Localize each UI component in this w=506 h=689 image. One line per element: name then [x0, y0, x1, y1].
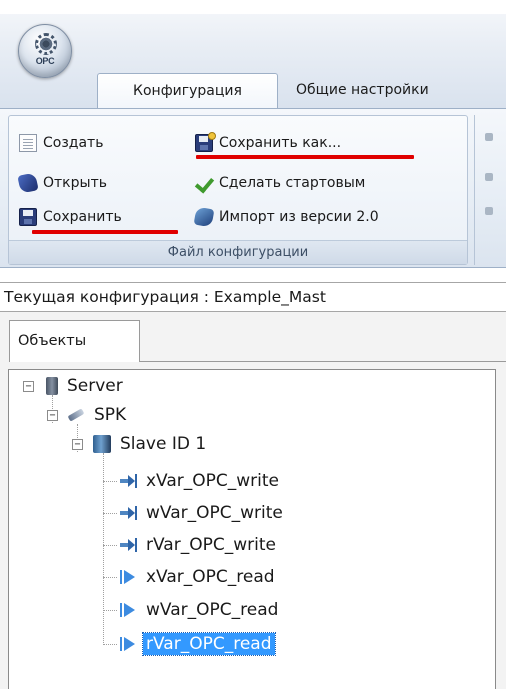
collapse-toggle-server[interactable]: −	[23, 381, 34, 392]
app-logo-text: OPC	[35, 56, 55, 66]
server-icon	[46, 377, 58, 395]
save-underline-annotation	[32, 230, 178, 234]
write-variable-icon	[119, 472, 137, 490]
write-variable-icon	[119, 504, 137, 522]
read-variable-icon	[119, 635, 137, 653]
collapse-toggle-slave[interactable]: −	[72, 439, 83, 450]
read-variable-icon	[119, 568, 137, 586]
checkmark-icon	[195, 174, 213, 192]
tab-objects[interactable]: Объекты	[9, 320, 140, 362]
tab-strip-border	[140, 361, 506, 362]
tree-node-variable[interactable]: xVar_OPC_write	[119, 467, 282, 495]
save-button[interactable]: Сохранить	[19, 202, 122, 232]
tree-connector	[103, 610, 117, 611]
save-button-label: Сохранить	[43, 209, 122, 225]
tree-connector	[103, 545, 117, 546]
partial-icon	[485, 207, 493, 215]
tree-node-variable[interactable]: wVar_OPC_write	[119, 499, 286, 527]
tree-node-variable[interactable]: wVar_OPC_read	[119, 596, 281, 624]
partial-icon	[485, 133, 493, 141]
import-button[interactable]: Импорт из версии 2.0	[193, 202, 379, 232]
slave-device-icon	[93, 435, 111, 453]
tree-node-label: rVar_OPC_write	[146, 535, 276, 555]
save-as-underline-annotation	[196, 155, 414, 159]
tree-connector	[103, 577, 117, 578]
tree-node-label: wVar_OPC_read	[146, 600, 279, 620]
save-as-button[interactable]: Сохранить как...	[195, 128, 341, 158]
tree-node-slave[interactable]: Slave ID 1	[93, 430, 209, 458]
tree-node-variable-selected[interactable]: rVar_OPC_read	[119, 630, 276, 658]
save-as-icon	[195, 132, 216, 152]
tree-node-variable[interactable]: xVar_OPC_read	[119, 563, 278, 591]
collapse-toggle-spk[interactable]: −	[47, 410, 58, 421]
tree-node-label: xVar_OPC_write	[146, 471, 280, 491]
create-button[interactable]: Создать	[19, 128, 103, 158]
create-button-label: Создать	[43, 135, 104, 151]
open-button[interactable]: Открыть	[17, 168, 107, 198]
tree-node-label: xVar_OPC_read	[146, 567, 275, 587]
floppy-disk-icon	[19, 208, 37, 226]
tree-node-server[interactable]: Server	[43, 372, 126, 400]
tab-general-settings[interactable]: Общие настройки	[284, 73, 506, 109]
ribbon-group-label: Файл конфигурации	[9, 240, 467, 264]
gear-icon	[35, 33, 57, 55]
open-button-label: Открыть	[43, 175, 107, 191]
objects-panel: Объекты − − − Server SPK Slave ID 1 xVar…	[0, 312, 506, 689]
import-icon	[193, 206, 215, 228]
save-as-button-label: Сохранить как...	[219, 135, 342, 151]
new-document-icon	[19, 134, 37, 152]
make-startup-button-label: Сделать стартовым	[219, 175, 366, 191]
current-config-bar: Текущая конфигурация : Example_Mast	[0, 282, 506, 312]
tree-node-spk[interactable]: SPK	[67, 401, 129, 429]
write-variable-icon	[119, 536, 137, 554]
import-button-label: Импорт из версии 2.0	[219, 209, 379, 225]
tree-node-label: rVar_OPC_read	[142, 632, 276, 656]
ribbon-group-config-file: Создать Открыть Сохранить Сохранить как.…	[8, 115, 468, 265]
tree-node-variable[interactable]: rVar_OPC_write	[119, 531, 279, 559]
tree-node-label: wVar_OPC_write	[146, 503, 283, 523]
device-icon	[67, 406, 85, 424]
read-variable-icon	[119, 601, 137, 619]
tree-connector	[103, 513, 117, 514]
tree-node-label: Server	[67, 376, 123, 396]
tree-connector	[103, 481, 117, 482]
open-icon	[17, 172, 39, 194]
ribbon: Создать Открыть Сохранить Сохранить как.…	[0, 108, 506, 268]
application-menu-button[interactable]: OPC	[18, 24, 72, 78]
ribbon-group-partial	[474, 115, 506, 265]
partial-icon	[485, 173, 493, 181]
tree-node-label: SPK	[94, 405, 127, 425]
objects-tree[interactable]: − − − Server SPK Slave ID 1 xVar_OPC_wri…	[8, 369, 496, 689]
tree-connector	[103, 644, 117, 645]
title-bar: OPC Конфигурация Общие настройки	[0, 0, 506, 109]
tree-node-label: Slave ID 1	[120, 434, 207, 454]
make-startup-button[interactable]: Сделать стартовым	[195, 168, 365, 198]
tab-configuration[interactable]: Конфигурация	[97, 73, 278, 109]
